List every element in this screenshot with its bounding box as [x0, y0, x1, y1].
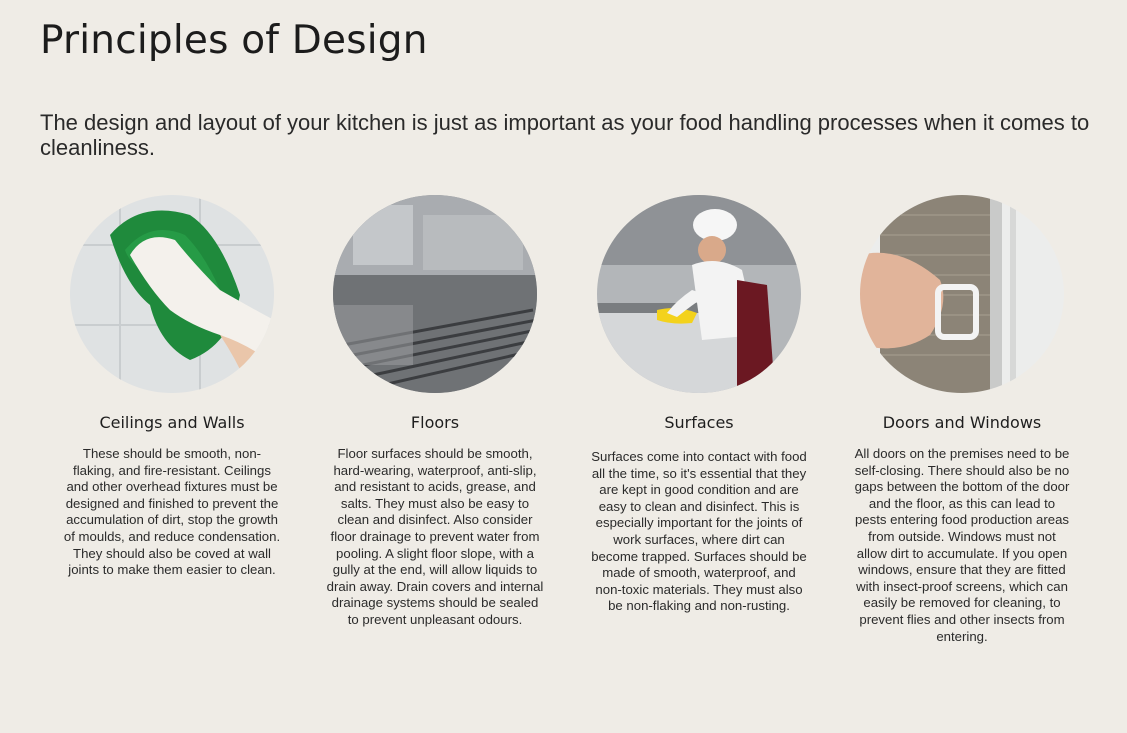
intro-text: The design and layout of your kitchen is…	[40, 110, 1090, 160]
page-title: Principles of Design	[40, 18, 428, 63]
principle-heading: Ceilings and Walls	[99, 413, 245, 432]
principle-text: Surfaces come into contact with food all…	[591, 449, 807, 614]
principle-surfaces: Surfaces Surfaces come into contact with…	[567, 195, 831, 615]
principle-ceilings-walls: Ceilings and Walls These should be smoot…	[40, 195, 304, 579]
gloved-hand-wiping-tiles-image	[70, 195, 274, 393]
chef-cleaning-surface-image	[597, 195, 801, 393]
kitchen-floor-drain-image	[333, 195, 537, 393]
principle-doors-windows: Doors and Windows All doors on the premi…	[830, 195, 1094, 645]
principle-text: These should be smooth, non-flaking, and…	[63, 446, 281, 578]
principle-heading: Floors	[410, 413, 460, 432]
principle-text: All doors on the premises need to be sel…	[854, 446, 1070, 644]
principle-heading: Surfaces	[664, 413, 734, 432]
hand-sliding-insect-screen-image	[860, 195, 1064, 393]
principle-heading: Doors and Windows	[882, 413, 1042, 432]
principle-text: Floor surfaces should be smooth, hard-we…	[326, 446, 544, 627]
principle-floors: Floors Floor surfaces should be smooth, …	[303, 195, 567, 629]
